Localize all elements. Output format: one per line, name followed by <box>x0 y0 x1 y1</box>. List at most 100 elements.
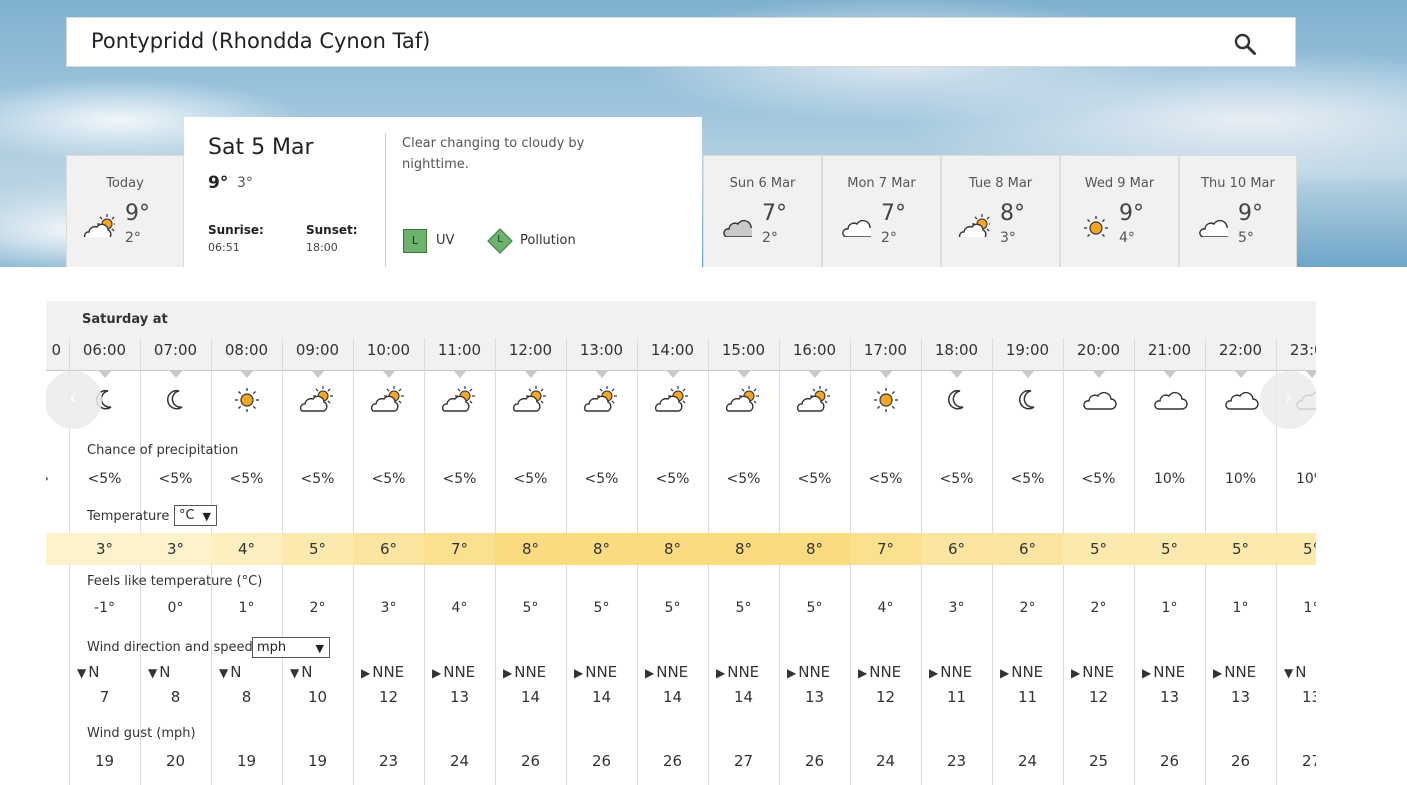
wind-direction-text: NNE <box>514 663 547 681</box>
hour-wind-speed: 14 <box>591 688 612 706</box>
hour-wind-gust: 19 <box>307 752 328 770</box>
wind-arrow-icon: ▶ <box>858 666 868 680</box>
hour-temperature: 6° <box>353 533 424 565</box>
hour-column: 09:00 <5% 5° 2° ▼ N 10 19 <box>282 301 353 785</box>
chevron-down-icon: ▼ <box>315 642 324 655</box>
day-tab[interactable]: Wed 9 Mar 9° 4° <box>1060 155 1179 267</box>
wind-arrow-icon: ▶ <box>716 666 726 680</box>
hour-time: 10:00 <box>366 341 411 359</box>
hour-precip: <5% <box>442 471 477 487</box>
hour-notch <box>241 371 253 378</box>
scroll-right-button[interactable]: › <box>1260 371 1316 429</box>
hour-column: 21:00 10% 5° 1° ▶ NNE 13 26 <box>1134 301 1205 785</box>
chevron-down-icon: ▼ <box>202 510 211 523</box>
wind-direction-text: NNE <box>1082 663 1115 681</box>
hour-wind-direction: ▼ N <box>148 663 170 681</box>
hour-precip: 10% <box>1295 471 1316 487</box>
hour-wind-gust: 26 <box>520 752 541 770</box>
hour-temperature: 7° <box>424 533 495 565</box>
hour-time: 19:00 <box>1005 341 1050 359</box>
day-tab-label: Tue 8 Mar <box>968 176 1033 191</box>
day-tab[interactable]: Mon 7 Mar 7° 2° <box>822 155 941 267</box>
day-tab[interactable]: Thu 10 Mar 9° 5° <box>1179 155 1297 267</box>
hour-notch <box>525 371 537 378</box>
hour-notch <box>312 371 324 378</box>
hour-time: 07:00 <box>153 341 198 359</box>
hour-precip: <5% <box>726 471 761 487</box>
hour-time: 08:00 <box>224 341 269 359</box>
location-search-bar[interactable]: Pontypridd (Rhondda Cynon Taf) <box>66 17 1296 67</box>
hour-wind-gust: 26 <box>804 752 825 770</box>
hour-column: 08:00 <5% 4° 1° ▼ N 8 19 <box>211 301 282 785</box>
hour-time: 16:00 <box>792 341 837 359</box>
day-tab-low: 5° <box>1238 230 1254 246</box>
cloud-icon <box>1083 391 1117 410</box>
hour-wind-direction: ▶ NNE <box>361 663 404 681</box>
wind-arrow-icon: ▶ <box>1071 666 1081 680</box>
hour-wind-speed: 14 <box>733 688 754 706</box>
wind-direction-text: NNE <box>1153 663 1186 681</box>
hour-feels-like: 0° <box>167 600 184 616</box>
hour-column: 15:00 <5% 8° 5° ▶ NNE 14 27 <box>708 301 779 785</box>
wind-direction-text: N <box>88 663 100 681</box>
hour-feels-like: 2° <box>309 600 326 616</box>
wind-direction-text: NNE <box>1224 663 1257 681</box>
hour-time: 17:00 <box>863 341 908 359</box>
hour-temp-bg <box>46 533 69 565</box>
wind-arrow-icon: ▶ <box>1213 666 1223 680</box>
search-icon[interactable] <box>1233 32 1257 56</box>
cloud-icon <box>1199 219 1228 237</box>
hour-precip: <5% <box>868 471 903 487</box>
temperature-unit-select[interactable]: °C ▼ <box>174 505 217 526</box>
hour-column: 22:00 10% 5° 1° ▶ NNE 13 26 <box>1205 301 1276 785</box>
hour-wind-gust: 26 <box>1230 752 1251 770</box>
hour-wind-gust: 26 <box>591 752 612 770</box>
hour-time: 0 <box>51 341 61 359</box>
hour-time: 22:00 <box>1218 341 1263 359</box>
hour-temperature: 8° <box>708 533 779 565</box>
hour-wind-gust: 24 <box>449 752 470 770</box>
day-tab-today[interactable]: Today 9° 2° <box>66 155 184 267</box>
sun-cloud-icon <box>83 214 115 237</box>
uv-label[interactable]: UV <box>436 233 454 248</box>
hour-column: 11:00 <5% 7° 4° ▶ NNE 13 24 <box>424 301 495 785</box>
location-search-input[interactable]: Pontypridd (Rhondda Cynon Taf) <box>91 29 430 53</box>
scroll-left-button[interactable]: ‹ <box>46 371 102 429</box>
hour-wind-direction: ▼ N <box>77 663 99 681</box>
hour-wind-direction: ▼ N <box>219 663 241 681</box>
day-tab[interactable]: Tue 8 Mar 8° 3° <box>941 155 1060 267</box>
hour-temperature: 6° <box>921 533 992 565</box>
hour-time: 23:00 <box>1289 341 1316 359</box>
day-tab[interactable]: Sun 6 Mar 7° 2° <box>703 155 822 267</box>
hour-time: 18:00 <box>934 341 979 359</box>
hour-temperature: 3° <box>69 533 140 565</box>
wind-direction-text: NNE <box>443 663 476 681</box>
hour-column: 13:00 <5% 8° 5° ▶ NNE 14 26 <box>566 301 637 785</box>
hour-column: 18:00 <5% 6° 3° ▶ NNE 11 23 <box>921 301 992 785</box>
hour-precip: <5% <box>797 471 832 487</box>
hour-wind-speed: 12 <box>875 688 896 706</box>
hour-wind-speed: 14 <box>662 688 683 706</box>
day-tab-label: Sun 6 Mar <box>729 176 796 191</box>
moon-icon <box>947 389 964 410</box>
wind-arrow-icon: ▶ <box>929 666 939 680</box>
hour-wind-direction: ▶ NNE <box>1213 663 1256 681</box>
hour-precip: 10% <box>1224 471 1257 487</box>
hour-time: 12:00 <box>508 341 553 359</box>
wind-arrow-icon: ▼ <box>219 666 229 680</box>
hour-temperature: 5° <box>1063 533 1134 565</box>
day-tab-low: 2° <box>881 230 897 246</box>
pollution-label[interactable]: Pollution <box>520 233 576 248</box>
hour-feels-like: 5° <box>735 600 752 616</box>
day-tab-high: 9° <box>1238 201 1263 226</box>
hour-wind-gust: 23 <box>378 752 399 770</box>
uv-badge[interactable]: L <box>403 229 427 253</box>
hour-wind-speed: 12 <box>1088 688 1109 706</box>
cloud-icon <box>842 219 871 237</box>
wind-row-label: Wind direction and speed <box>87 640 253 655</box>
sun-cloud-icon <box>299 386 333 412</box>
hour-wind-gust: 19 <box>94 752 115 770</box>
hour-feels-like: 5° <box>593 600 610 616</box>
hour-column: 10:00 <5% 6° 3° ▶ NNE 12 23 <box>353 301 424 785</box>
wind-unit-select[interactable]: mph ▼ <box>252 637 330 658</box>
